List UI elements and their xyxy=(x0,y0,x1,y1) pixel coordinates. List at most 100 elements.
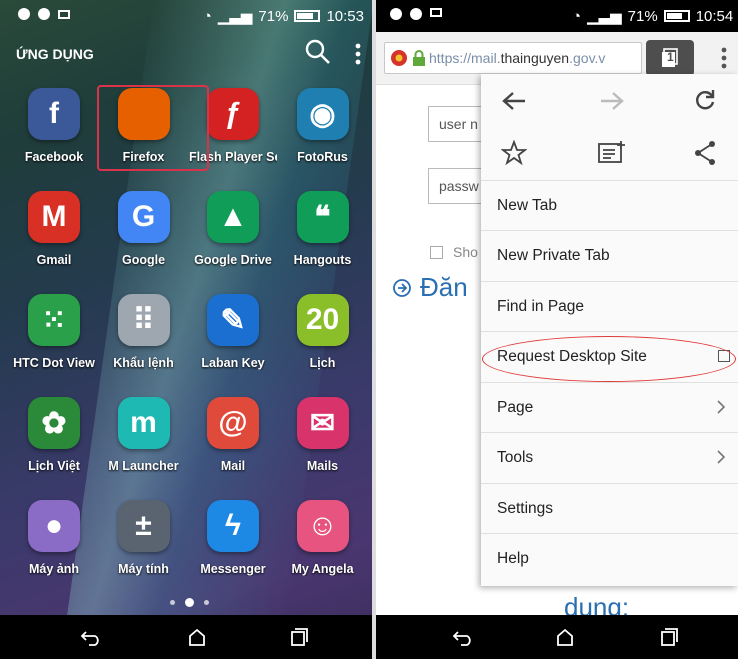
signal-icon: ▁▃▅ xyxy=(587,8,622,25)
reload-icon[interactable] xyxy=(693,88,717,112)
forward-arrow-icon[interactable] xyxy=(599,90,625,112)
battery-percent: 71% xyxy=(258,7,289,25)
tab-count: 1 xyxy=(667,50,674,64)
settings-notification-icon xyxy=(38,8,50,20)
share-icon[interactable] xyxy=(693,140,717,166)
drawer-title: ỨNG DỤNG xyxy=(16,46,94,62)
more-options-icon[interactable] xyxy=(354,42,362,66)
mails-icon: ✉ xyxy=(296,397,349,449)
app-label: Lịch xyxy=(309,356,336,370)
url-rest: .gov.v xyxy=(569,50,606,66)
app-calendar[interactable]: 20 Lịch xyxy=(279,294,367,394)
recent-apps-icon[interactable] xyxy=(288,627,310,647)
calculator-icon: ± xyxy=(117,500,170,552)
page-actions-row xyxy=(481,128,738,178)
app-my-angela[interactable]: ☺ My Angela xyxy=(279,500,367,600)
tabs-button[interactable]: 1 xyxy=(646,40,694,76)
menu-item-page[interactable]: Page xyxy=(481,382,738,432)
menu-item-label: Tools xyxy=(497,448,534,466)
menu-item-label: Page xyxy=(497,398,534,416)
app-mail[interactable]: @ Mail xyxy=(189,397,277,497)
app-m-launcher[interactable]: m M Launcher xyxy=(100,397,188,497)
app-label: Khẩu lệnh xyxy=(113,356,174,370)
app-laban-key[interactable]: ✎ Laban Key xyxy=(189,294,277,394)
wifi-icon: ◔ xyxy=(202,7,212,25)
app-fotorus[interactable]: ◉ FotoRus xyxy=(279,88,367,188)
url-bar[interactable]: https://mail. thainguyen .gov.v xyxy=(384,42,642,74)
hangouts-icon: ❝ xyxy=(296,191,349,243)
app-google[interactable]: G Google xyxy=(100,191,188,291)
menu-item-settings[interactable]: Settings xyxy=(481,483,738,533)
site-favicon-icon xyxy=(391,50,407,66)
menu-item-help[interactable]: Help xyxy=(481,533,738,583)
app-google-drive[interactable]: ▲ Google Drive xyxy=(189,191,277,291)
menu-item-new-private-tab[interactable]: New Private Tab xyxy=(481,230,738,280)
home-icon[interactable] xyxy=(554,627,576,647)
calendar-day: 20 xyxy=(305,303,340,336)
recent-apps-icon[interactable] xyxy=(658,627,680,647)
back-icon[interactable] xyxy=(80,627,102,647)
menu-item-label: Settings xyxy=(497,499,554,517)
app-messenger[interactable]: ϟ Messenger xyxy=(189,500,277,600)
app-label: Messenger xyxy=(200,562,266,576)
browser-menu-icon[interactable] xyxy=(720,46,728,70)
app-label: Google xyxy=(121,253,166,267)
desktop-site-highlight-ellipse xyxy=(482,336,736,382)
arrow-circle-icon xyxy=(393,278,411,297)
firefox-highlight-box xyxy=(97,85,209,171)
menu-item-tools[interactable]: Tools xyxy=(481,432,738,482)
login-link[interactable]: Đăn xyxy=(392,272,468,303)
status-bar: ◔ ▁▃▅ 71% 10:54 xyxy=(376,0,738,32)
url-host: thainguyen xyxy=(500,50,570,66)
app-camera[interactable]: ● Máy ảnh xyxy=(10,500,98,600)
settings-notification-icon xyxy=(410,8,422,20)
app-label: Mail xyxy=(220,459,246,473)
app-facebook[interactable]: f Facebook xyxy=(10,88,98,188)
facebook-icon: f xyxy=(28,88,80,140)
app-label: Mails xyxy=(306,459,339,473)
flash-player-icon: ƒ xyxy=(207,88,259,140)
app-gmail[interactable]: M Gmail xyxy=(10,191,98,291)
camera-icon: ● xyxy=(28,500,80,552)
home-icon[interactable] xyxy=(186,627,208,647)
back-arrow-icon[interactable] xyxy=(501,90,527,112)
nav-actions-row xyxy=(481,74,738,128)
page-indicator xyxy=(170,598,209,607)
battery-percent: 71% xyxy=(627,7,658,25)
app-mails[interactable]: ✉ Mails xyxy=(279,397,367,497)
laban-key-icon: ✎ xyxy=(207,294,259,346)
clock: 10:53 xyxy=(326,7,364,25)
app-label: Lịch Việt xyxy=(28,459,80,473)
bookmark-star-icon[interactable] xyxy=(501,140,527,166)
nav-bar xyxy=(0,615,372,659)
app-voice-command[interactable]: ⠿ Khẩu lệnh xyxy=(100,294,188,394)
menu-item-find-in-page[interactable]: Find in Page xyxy=(481,281,738,331)
mail-icon: @ xyxy=(207,397,259,449)
app-label: Máy tính xyxy=(118,562,169,576)
app-lich-viet[interactable]: ✿ Lịch Việt xyxy=(10,397,98,497)
show-password-checkbox[interactable] xyxy=(430,245,443,259)
app-hangouts[interactable]: ❝ Hangouts xyxy=(279,191,367,291)
app-calculator[interactable]: ± Máy tính xyxy=(100,500,188,600)
browser-menu: New Tab New Private Tab Find in Page Req… xyxy=(481,74,738,586)
voice-command-icon: ⠿ xyxy=(117,294,170,346)
app-label: Laban Key xyxy=(201,356,265,370)
app-drawer-screen: ◔ ▁▃▅ 71% 10:53 ỨNG DỤNG f Facebook Firefo… xyxy=(0,0,372,659)
menu-item-label: Help xyxy=(497,549,529,567)
wifi-icon: ◔ xyxy=(572,7,582,25)
login-text: Đăn xyxy=(420,272,468,302)
app-label: My Angela xyxy=(291,562,354,576)
menu-item-new-tab[interactable]: New Tab xyxy=(481,180,738,230)
app-htc-dot-view[interactable]: ⁙ HTC Dot View xyxy=(10,294,98,394)
m-launcher-icon: m xyxy=(117,397,170,449)
clock: 10:54 xyxy=(695,7,734,25)
reading-list-icon[interactable] xyxy=(597,140,627,166)
search-icon[interactable] xyxy=(304,38,332,66)
my-angela-icon: ☺ xyxy=(296,500,349,552)
gmail-icon: M xyxy=(28,191,80,243)
image-notification-icon xyxy=(58,9,70,19)
show-password-label: Sho xyxy=(453,244,478,260)
back-icon[interactable] xyxy=(452,627,474,647)
drawer-header: ỨNG DỤNG xyxy=(0,32,372,76)
browser-screen: ◔ ▁▃▅ 71% 10:54 https://mail. thainguyen.… xyxy=(376,0,738,659)
